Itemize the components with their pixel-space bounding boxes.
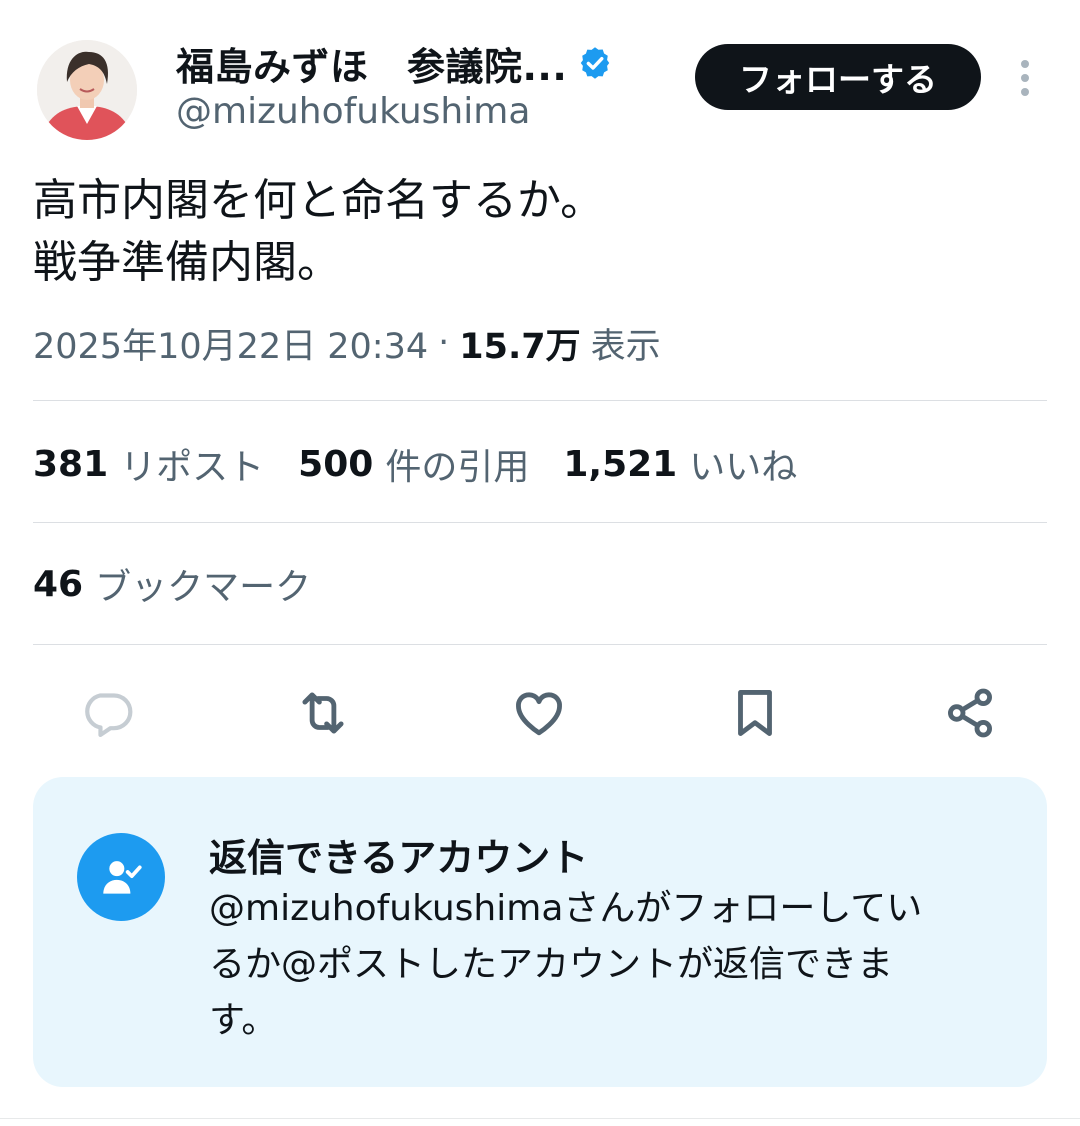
avatar-image [37,40,137,140]
bookmark-count: 46 [33,563,84,605]
reply-icon[interactable] [77,683,137,743]
like-count: 1,521 [563,443,678,485]
tweet-text: 高市内閣を何と命名するか。 戦争準備内閣。 [33,170,604,294]
like-stat[interactable]: 1,521 いいね [563,438,797,490]
divider [33,400,1047,401]
bookmark-icon[interactable] [725,683,785,743]
bookmark-label: ブックマーク [95,567,312,608]
repost-label: リポスト [120,447,265,488]
repost-icon[interactable] [293,683,353,743]
action-bar [0,683,1080,743]
divider [0,1118,1080,1119]
divider [33,522,1047,523]
meta-separator: · [438,323,450,363]
bookmark-stat[interactable]: 46 ブックマーク [33,558,311,610]
quote-label: 件の引用 [385,447,530,488]
repost-count: 381 [33,443,109,485]
tweet-line: 高市内閣を何と命名するか。 [33,175,605,226]
author-name[interactable]: 福島みずほ 参議院... [176,36,567,91]
reply-restriction-notice: 返信できるアカウント @mizuhofukushimaさんがフォローしてい るか… [33,777,1047,1087]
bookmark-stats: 46 ブックマーク [33,558,311,610]
like-label: いいね [689,447,798,488]
author-avatar[interactable] [37,40,137,140]
engagement-stats: 381 リポスト 500 件の引用 1,521 いいね [33,438,797,490]
tweet-meta: 2025年10月22日 20:34 · 15.7万 表示 [33,318,661,368]
views-count: 15.7万 [459,326,581,367]
tweet-datetime[interactable]: 2025年10月22日 20:34 [33,318,428,369]
user-check-icon [77,833,165,921]
more-options-icon[interactable] [1010,58,1040,98]
divider [33,644,1047,645]
follow-button[interactable]: フォローする [695,44,981,110]
tweet-line: 戦争準備内閣。 [33,237,341,288]
views-label: 表示 [590,326,661,367]
author-name-row[interactable]: 福島みずほ 参議院... [176,36,613,91]
notice-body: @mizuhofukushimaさんがフォローしてい るか@ポストしたアカウント… [209,881,1009,1049]
quote-count: 500 [298,443,374,485]
share-icon[interactable] [940,683,1000,743]
author-handle[interactable]: @mizuhofukushima [176,91,530,132]
repost-stat[interactable]: 381 リポスト [33,438,264,490]
notice-line: @mizuhofukushimaさんがフォローしてい [209,888,923,929]
notice-line: す。 [209,1000,278,1041]
quote-stat[interactable]: 500 件の引用 [298,438,529,490]
verified-badge-icon [581,47,610,79]
notice-line: るか@ポストしたアカウントが返信できま [209,944,894,985]
like-icon[interactable] [509,683,569,743]
notice-title: 返信できるアカウント [209,836,589,880]
